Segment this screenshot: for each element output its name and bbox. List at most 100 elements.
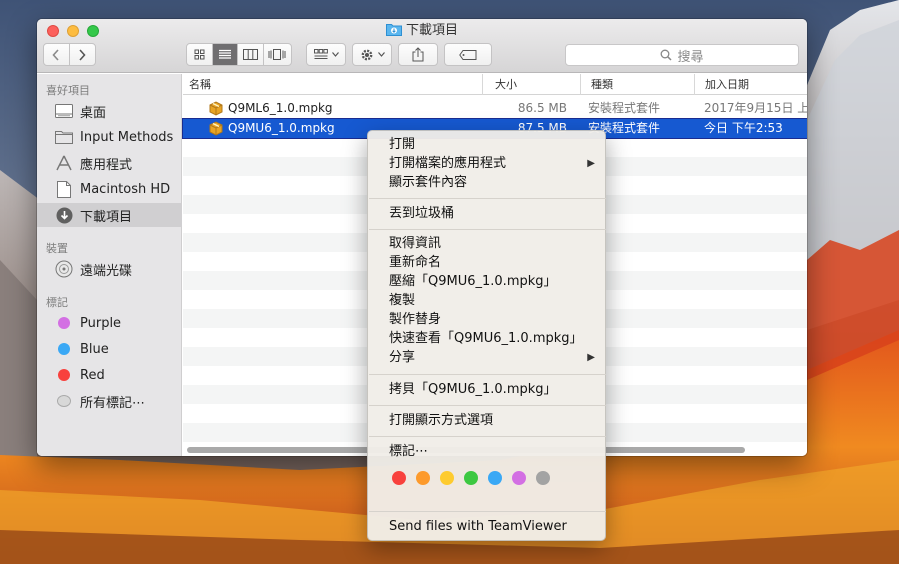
menu-item-show-view-options[interactable]: 打開顯示方式選項 <box>368 411 607 430</box>
menu-item-show-package-contents[interactable]: 顯示套件內容 <box>368 173 607 192</box>
action-button[interactable] <box>352 43 392 66</box>
sidebar-tag-red[interactable]: Red <box>37 363 182 387</box>
file-row[interactable]: Q9ML6_1.0.mpkg 86.5 MB 安裝程式套件 2017年9月15日… <box>183 99 807 118</box>
menu-separator <box>369 374 606 375</box>
document-icon <box>54 180 74 198</box>
sidebar-item-remote-disc[interactable]: 遠端光碟 <box>37 257 182 281</box>
cover-flow-button[interactable] <box>264 44 291 65</box>
column-header-size[interactable]: 大小 <box>483 74 581 95</box>
blue-tag-icon <box>58 343 70 355</box>
folder-icon <box>54 128 74 146</box>
sidebar-tag-blue[interactable]: Blue <box>37 337 182 361</box>
purple-tag-icon <box>58 317 70 329</box>
disc-icon <box>54 260 74 278</box>
menu-separator <box>369 229 606 230</box>
sidebar-item-label: 遠端光碟 <box>80 263 133 279</box>
list-view-button[interactable] <box>212 44 239 65</box>
downloads-icon <box>54 206 74 224</box>
tag-icon <box>459 49 477 60</box>
menu-item-label: 分享 <box>389 350 416 365</box>
list-icon <box>218 49 231 59</box>
window-title-text: 下載項目 <box>405 23 458 38</box>
menu-item-compress[interactable]: 壓縮「Q9MU6_1.0.mpkg」 <box>368 272 607 291</box>
sidebar-item-label: 下載項目 <box>80 209 133 225</box>
tag-color-green[interactable] <box>464 471 478 485</box>
view-mode-control <box>186 43 292 66</box>
all-tags-icon <box>57 395 71 407</box>
nav-buttons <box>43 43 96 66</box>
column-view-button[interactable] <box>238 44 264 65</box>
package-icon <box>209 121 223 136</box>
package-icon <box>209 101 223 116</box>
menu-item-share[interactable]: 分享 ▶ <box>368 348 607 367</box>
sidebar-item-label: Input Methods <box>80 129 174 145</box>
menu-separator <box>369 198 606 199</box>
file-kind: 安裝程式套件 <box>588 101 661 115</box>
arrange-button[interactable] <box>306 43 346 66</box>
sidebar-item-label: Purple <box>80 315 122 331</box>
menu-item-get-info[interactable]: 取得資訊 <box>368 234 607 253</box>
share-button[interactable] <box>398 43 438 66</box>
file-date-added: 今日 下午2:53 <box>704 121 783 135</box>
submenu-arrow-icon: ▶ <box>587 352 595 363</box>
menu-separator <box>369 436 606 437</box>
edit-tags-button[interactable] <box>444 43 492 66</box>
sidebar-tag-purple[interactable]: Purple <box>37 311 182 335</box>
menu-item-open-with[interactable]: 打開檔案的應用程式 ▶ <box>368 154 607 173</box>
file-name: Q9ML6_1.0.mpkg <box>228 101 333 115</box>
menu-item-copy[interactable]: 拷貝「Q9MU6_1.0.mpkg」 <box>368 380 607 399</box>
menu-item-quick-look[interactable]: 快速查看「Q9MU6_1.0.mpkg」 <box>368 329 607 348</box>
menu-item-duplicate[interactable]: 複製 <box>368 291 607 310</box>
file-date-added: 2017年9月15日 上午 <box>704 101 807 115</box>
sidebar-item-label: Macintosh HD <box>80 181 171 197</box>
share-icon <box>412 47 424 62</box>
search-placeholder: 搜尋 <box>677 49 704 65</box>
sidebar-item-label: Red <box>80 367 105 383</box>
sidebar-item-downloads[interactable]: 下載項目 <box>37 203 182 227</box>
sidebar-item-macintosh-hd[interactable]: Macintosh HD <box>37 177 182 201</box>
columns-icon <box>242 49 258 60</box>
sidebar-item-label: 所有標記⋯ <box>80 395 146 411</box>
menu-item-teamviewer[interactable]: Send files with TeamViewer <box>368 517 607 536</box>
sidebar-item-label: 桌面 <box>80 105 107 121</box>
menu-item-move-to-trash[interactable]: 丟到垃圾桶 <box>368 204 607 223</box>
sidebar-item-label: 應用程式 <box>80 157 133 173</box>
tag-color-yellow[interactable] <box>440 471 454 485</box>
menu-item-make-alias[interactable]: 製作替身 <box>368 310 607 329</box>
tag-color-gray[interactable] <box>536 471 550 485</box>
applications-icon <box>54 154 74 172</box>
forward-button[interactable] <box>70 44 95 65</box>
sidebar: 喜好項目 桌面 Input Methods 應用程式 Macintosh HD <box>37 74 182 456</box>
menu-separator <box>369 511 606 512</box>
chevron-down-icon <box>331 52 339 57</box>
title-bar: 下載項目 搜尋 <box>37 19 807 73</box>
search-icon <box>661 49 673 61</box>
downloads-folder-icon <box>385 23 402 36</box>
icon-view-button[interactable] <box>187 44 213 65</box>
search-field[interactable]: 搜尋 <box>565 44 799 66</box>
submenu-arrow-icon: ▶ <box>587 158 595 169</box>
chevron-down-icon <box>377 52 385 57</box>
menu-item-rename[interactable]: 重新命名 <box>368 253 607 272</box>
menu-item-open[interactable]: 打開 <box>368 135 607 154</box>
sidebar-item-label: Blue <box>80 341 109 357</box>
file-size: 86.5 MB <box>517 101 567 115</box>
tag-color-purple[interactable] <box>512 471 526 485</box>
column-header-kind[interactable]: 種類 <box>581 74 695 95</box>
chevron-right-icon <box>79 48 86 61</box>
menu-item-tags[interactable]: 標記⋯ <box>368 442 607 461</box>
tag-color-orange[interactable] <box>416 471 430 485</box>
sidebar-header-favorites: 喜好項目 <box>46 84 90 97</box>
sidebar-item-desktop[interactable]: 桌面 <box>37 99 182 123</box>
chevron-left-icon <box>52 48 59 61</box>
back-button[interactable] <box>44 44 70 65</box>
column-header-date-added[interactable]: 加入日期 <box>695 74 807 95</box>
sidebar-tag-all-tags[interactable]: 所有標記⋯ <box>37 389 182 413</box>
tag-color-blue[interactable] <box>488 471 502 485</box>
column-header-name[interactable]: 名稱 <box>183 74 483 95</box>
column-header-row: 名稱 大小 種類 加入日期 <box>183 74 807 95</box>
context-menu: 打開 打開檔案的應用程式 ▶ 顯示套件內容 丟到垃圾桶 取得資訊 重新命名 壓縮… <box>367 130 606 541</box>
sidebar-item-applications[interactable]: 應用程式 <box>37 151 182 175</box>
tag-color-red[interactable] <box>392 471 406 485</box>
sidebar-item-input-methods[interactable]: Input Methods <box>37 125 182 149</box>
